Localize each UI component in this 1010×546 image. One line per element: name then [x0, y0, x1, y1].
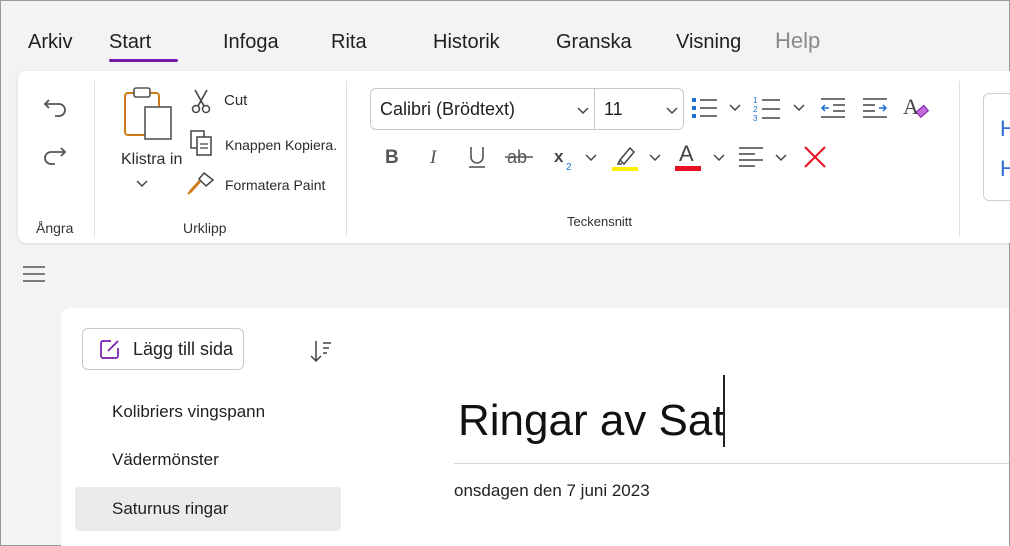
chevron-down-icon[interactable] — [584, 153, 598, 163]
svg-text:A: A — [903, 94, 919, 119]
cut-button[interactable]: Cut — [224, 92, 247, 109]
svg-text:2: 2 — [753, 105, 758, 114]
clear-formatting-icon[interactable]: A — [900, 91, 932, 123]
separator — [346, 81, 347, 237]
copy-button[interactable]: Knappen Kopiera. — [225, 137, 337, 153]
tab-help[interactable]: Help — [775, 28, 820, 54]
svg-text:A: A — [679, 141, 694, 166]
chevron-down-icon[interactable] — [728, 103, 742, 113]
title-divider — [454, 463, 1009, 464]
font-name-dropdown[interactable]: Calibri (Brödtext) — [370, 88, 595, 130]
paste-icon[interactable] — [121, 85, 177, 143]
ribbon: Ångra Klistra in Cut Knappen Kopiera. Fo… — [18, 71, 1010, 243]
style-heading1-preview: H — [1000, 116, 1010, 141]
svg-text:B: B — [385, 147, 399, 167]
page-item-selected[interactable]: Saturnus ringar — [75, 487, 341, 531]
bullet-list-icon[interactable] — [690, 93, 720, 123]
font-name-value: Calibri (Brödtext) — [380, 98, 516, 119]
svg-text:2: 2 — [566, 162, 572, 172]
chevron-down-icon — [661, 99, 683, 120]
page-item[interactable]: Kolibriers vingspann — [75, 390, 341, 434]
bold-icon[interactable]: B — [380, 143, 404, 169]
page-item[interactable]: Vädermönster — [75, 438, 341, 482]
cut-icon[interactable] — [188, 87, 214, 115]
svg-text:3: 3 — [753, 114, 758, 122]
page-date: onsdagen den 7 juni 2023 — [454, 481, 650, 500]
format-painter-icon[interactable] — [186, 169, 216, 197]
separator — [94, 81, 95, 237]
tab-rita[interactable]: Rita — [331, 31, 367, 54]
styles-gallery[interactable]: H H — [983, 93, 1010, 201]
redo-icon[interactable] — [40, 137, 70, 167]
chevron-down-icon[interactable] — [648, 153, 662, 163]
undo-icon[interactable] — [40, 89, 70, 119]
underline-icon[interactable] — [464, 143, 490, 171]
tab-historik[interactable]: Historik — [433, 31, 500, 54]
tab-start[interactable]: Start — [109, 31, 151, 54]
font-color-icon[interactable]: A — [672, 139, 704, 173]
chevron-down-icon[interactable] — [792, 103, 806, 113]
navigation-menu-icon[interactable] — [22, 264, 46, 284]
delete-icon[interactable] — [800, 143, 830, 171]
format-painter-button[interactable]: Formatera Paint — [225, 177, 325, 193]
numbered-list-icon[interactable]: 123 — [752, 93, 782, 123]
chevron-down-icon[interactable] — [774, 153, 788, 163]
subscript-icon[interactable]: x2 — [552, 145, 578, 173]
font-size-value: 11 — [604, 98, 623, 119]
new-page-icon — [99, 338, 121, 360]
copy-icon[interactable] — [188, 128, 214, 158]
highlight-icon[interactable] — [609, 141, 641, 173]
undo-group-label: Ångra — [36, 220, 74, 236]
svg-text:1: 1 — [753, 96, 758, 105]
strikethrough-icon[interactable]: ab — [504, 143, 534, 171]
svg-text:I: I — [429, 147, 438, 167]
decrease-indent-icon[interactable] — [818, 93, 848, 123]
menu-bar: Arkiv Start Infoga Rita Historik Granska… — [1, 1, 1009, 67]
add-page-label: Lägg till sida — [133, 338, 234, 359]
increase-indent-icon[interactable] — [860, 93, 890, 123]
chevron-down-icon[interactable] — [712, 153, 726, 163]
tab-arkiv[interactable]: Arkiv — [28, 31, 72, 54]
sort-icon[interactable] — [307, 338, 333, 364]
add-page-button[interactable]: Lägg till sida — [82, 328, 244, 370]
paste-button[interactable]: Klistra in — [121, 151, 182, 169]
page-title[interactable]: Ringar av Sat — [458, 396, 725, 446]
font-size-dropdown[interactable]: 11 — [594, 88, 684, 130]
separator — [959, 81, 960, 237]
svg-text:x: x — [554, 147, 564, 166]
tab-visning[interactable]: Visning — [676, 31, 741, 54]
active-tab-indicator — [109, 59, 178, 62]
clipboard-group-label: Urklipp — [183, 220, 227, 236]
align-icon[interactable] — [736, 143, 766, 171]
font-group-label: Teckensnitt — [567, 214, 633, 229]
text-cursor — [723, 375, 725, 447]
style-heading2-preview: H — [1000, 156, 1010, 181]
chevron-down-icon — [572, 99, 594, 120]
tab-granska[interactable]: Granska — [556, 31, 632, 54]
note-canvas[interactable]: Ringar av Sat onsdagen den 7 juni 2023 — [357, 308, 1009, 546]
chevron-down-icon[interactable] — [133, 177, 151, 191]
italic-icon[interactable]: I — [423, 143, 447, 169]
page-list-panel: Lägg till sida Kolibriers vingspann Väde… — [61, 308, 357, 546]
tab-infoga[interactable]: Infoga — [223, 31, 279, 54]
